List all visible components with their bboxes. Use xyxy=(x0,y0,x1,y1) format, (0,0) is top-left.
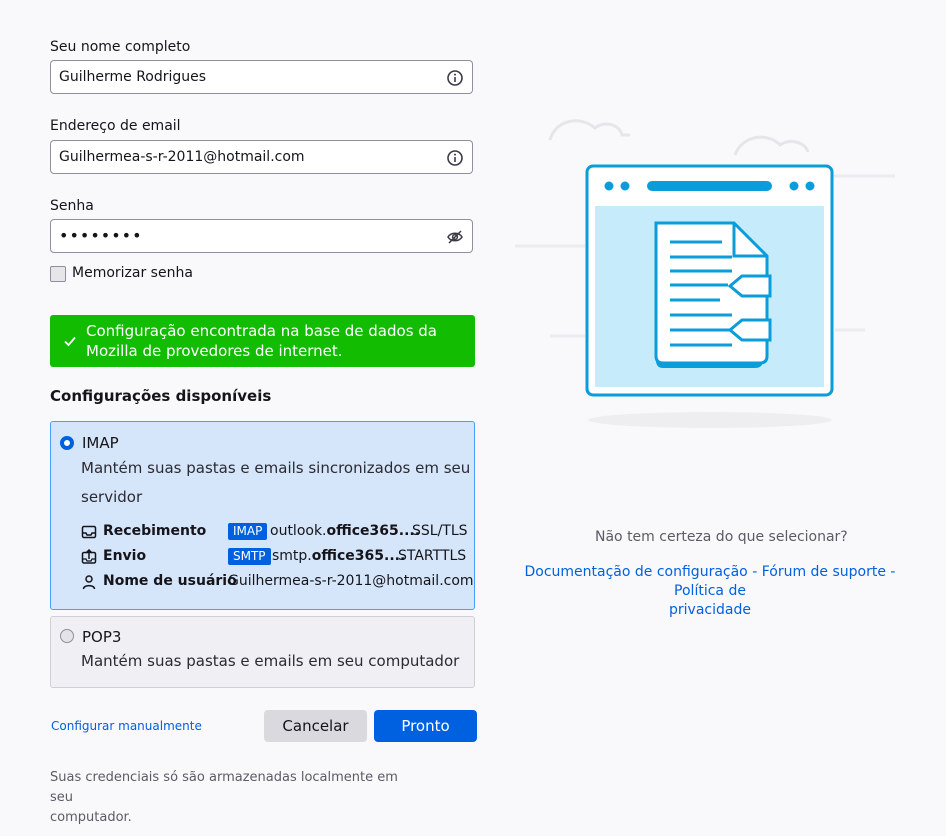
username-row: Nome de usuário Guilhermea-s-r-2011@hotm… xyxy=(81,572,474,592)
credentials-footnote: Suas credenciais só são armazenadas loca… xyxy=(50,768,420,828)
footnote-line-1: Suas credenciais só são armazenadas loca… xyxy=(50,770,398,805)
config-docs-link[interactable]: Documentação de configuração xyxy=(525,564,748,580)
info-icon[interactable] xyxy=(446,149,464,167)
privacy-policy-link-cont[interactable]: privacidade xyxy=(669,602,751,618)
illustration xyxy=(515,119,895,428)
outgoing-host: smtp.office365.... xyxy=(272,548,406,564)
pop3-desc: Mantém suas pastas e emails em seu compu… xyxy=(81,652,460,670)
eye-slash-icon[interactable] xyxy=(446,228,464,246)
name-field[interactable]: Guilherme Rodrigues xyxy=(50,60,473,94)
checkmark-icon xyxy=(64,336,76,347)
link-separator: - xyxy=(747,564,762,580)
help-question: Não tem certeza do que selecionar? xyxy=(595,529,848,545)
pop3-title: POP3 xyxy=(82,628,122,646)
remember-password-checkbox[interactable] xyxy=(50,266,66,282)
password-field[interactable]: •••••••• xyxy=(50,219,473,253)
imap-option[interactable]: IMAP Mantém suas pastas e emails sincron… xyxy=(50,421,475,610)
username-value: Guilhermea-s-r-2011@hotmail.com xyxy=(228,573,474,589)
imap-desc-line-1: Mantém suas pastas e emails sincronizado… xyxy=(81,459,471,477)
info-icon[interactable] xyxy=(446,69,464,87)
inbox-icon xyxy=(81,525,97,539)
outgoing-row: Envio SMTP smtp.office365.... STARTTLS xyxy=(81,547,471,567)
password-value: •••••••• xyxy=(59,226,143,245)
outbox-icon xyxy=(81,549,97,564)
manual-config-link[interactable]: Configurar manualmente xyxy=(51,719,202,733)
outgoing-security: STARTTLS xyxy=(398,548,467,564)
link-separator: - xyxy=(885,564,896,580)
imap-badge: IMAP xyxy=(228,523,268,540)
privacy-policy-link[interactable]: Política de xyxy=(674,583,746,599)
outgoing-label: Envio xyxy=(103,548,147,564)
email-field[interactable]: Guilhermea-s-r-2011@hotmail.com xyxy=(50,140,473,174)
email-value: Guilhermea-s-r-2011@hotmail.com xyxy=(59,149,305,165)
footnote-line-2: computador. xyxy=(50,810,132,825)
pop3-option[interactable]: POP3 Mantém suas pastas e emails em seu … xyxy=(50,616,475,688)
remember-password-label[interactable]: Memorizar senha xyxy=(72,265,193,281)
help-links: Documentação de configuração - Fórum de … xyxy=(500,563,920,620)
imap-title: IMAP xyxy=(82,434,119,452)
name-value: Guilherme Rodrigues xyxy=(59,69,207,85)
incoming-security: SSL/TLS xyxy=(412,523,468,539)
password-label: Senha xyxy=(50,198,94,214)
config-found-notice: Configuração encontrada na base de dados… xyxy=(50,315,475,367)
username-label: Nome de usuário xyxy=(103,573,237,589)
incoming-host: outlook.office365.... xyxy=(270,523,421,539)
cancel-button[interactable]: Cancelar xyxy=(264,710,367,742)
done-button[interactable]: Pronto xyxy=(374,710,477,742)
incoming-row: Recebimento IMAP outlook.office365.... S… xyxy=(81,522,471,542)
name-label: Seu nome completo xyxy=(50,39,191,55)
user-icon xyxy=(82,575,96,590)
support-forum-link[interactable]: Fórum de suporte xyxy=(762,564,886,580)
imap-desc-line-2: servidor xyxy=(81,488,143,506)
notice-line-1: Configuração encontrada na base de dados… xyxy=(86,322,437,340)
imap-radio[interactable] xyxy=(60,436,74,450)
available-configs-title: Configurações disponíveis xyxy=(50,387,272,405)
smtp-badge: SMTP xyxy=(228,548,271,565)
pop3-radio[interactable] xyxy=(60,629,74,643)
incoming-label: Recebimento xyxy=(103,523,207,539)
email-label: Endereço de email xyxy=(50,118,181,134)
notice-line-2: Mozilla de provedores de internet. xyxy=(86,342,343,360)
